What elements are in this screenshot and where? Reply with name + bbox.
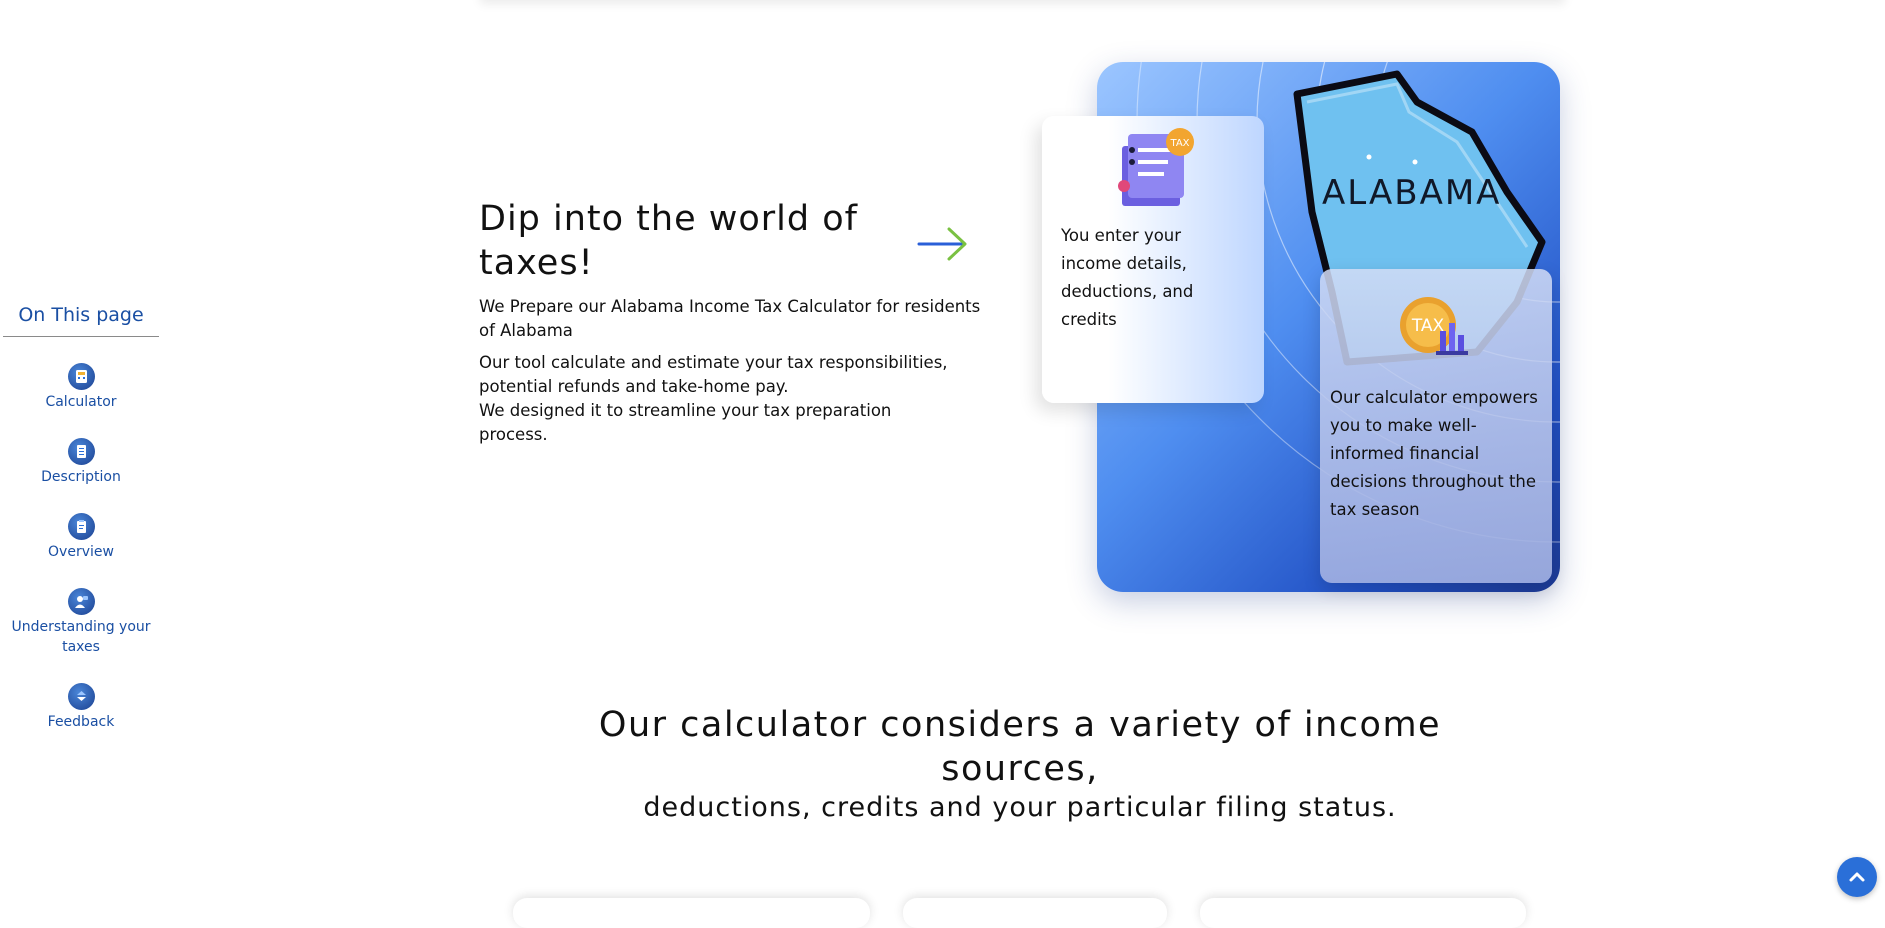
- sidebar-item-calculator[interactable]: Calculator: [3, 363, 159, 412]
- tax-coin-icon: TAX: [1400, 297, 1468, 355]
- svg-text:TAX: TAX: [1411, 316, 1445, 336]
- sidebar-item-label: Understanding your taxes: [11, 619, 151, 655]
- sidebar-title: On This page: [3, 300, 159, 337]
- feedback-icon: [67, 683, 95, 710]
- state-name-label: ALABAMA: [1322, 173, 1502, 213]
- hero-title: Dip into the world of taxes!: [479, 199, 858, 283]
- svg-text:TAX: TAX: [1169, 138, 1189, 149]
- enter-details-text: You enter your income details, deduction…: [1061, 226, 1194, 329]
- calculator-empowers-card: TAX Our calculator empowers you to make …: [1320, 269, 1552, 583]
- tax-document-icon: TAX: [1118, 128, 1194, 206]
- calculator-icon: [67, 363, 95, 390]
- enter-details-card: TAX You enter your income details, deduc…: [1042, 116, 1264, 403]
- feature-card-2: [903, 898, 1167, 928]
- chevron-up-icon: [1849, 872, 1865, 882]
- feature-card-3: [1200, 898, 1526, 928]
- sidebar-item-overview[interactable]: Overview: [3, 513, 159, 562]
- hero-body-line2: We designed it to streamline your tax pr…: [479, 401, 892, 444]
- sidebar-item-label: Calculator: [45, 394, 117, 410]
- section-title: Our calculator considers a variety of in…: [598, 705, 1442, 789]
- section-subtitle: deductions, credits and your particular …: [643, 792, 1397, 823]
- person-icon: [67, 588, 95, 615]
- calculator-empowers-text: Our calculator empowers you to make well…: [1330, 388, 1538, 519]
- clipboard-icon: [67, 513, 95, 540]
- arrow-right-icon: [917, 227, 967, 261]
- sidebar-item-label: Feedback: [47, 714, 115, 730]
- sidebar-item-understanding-taxes[interactable]: Understanding your taxes: [3, 588, 159, 657]
- sidebar-item-label: Description: [41, 469, 121, 485]
- sidebar-item-feedback[interactable]: Feedback: [3, 683, 159, 732]
- on-this-page-sidebar: On This page Calculator Description Over…: [3, 300, 159, 732]
- hero-intro: We Prepare our Alabama Income Tax Calcul…: [479, 297, 981, 340]
- sidebar-item-label: Overview: [48, 544, 114, 560]
- sidebar-item-description[interactable]: Description: [3, 438, 159, 487]
- document-icon: [67, 438, 95, 465]
- hero-body-line1: Our tool calculate and estimate your tax…: [479, 353, 948, 396]
- scroll-to-top-button[interactable]: [1837, 857, 1877, 897]
- feature-card-1: [513, 898, 870, 928]
